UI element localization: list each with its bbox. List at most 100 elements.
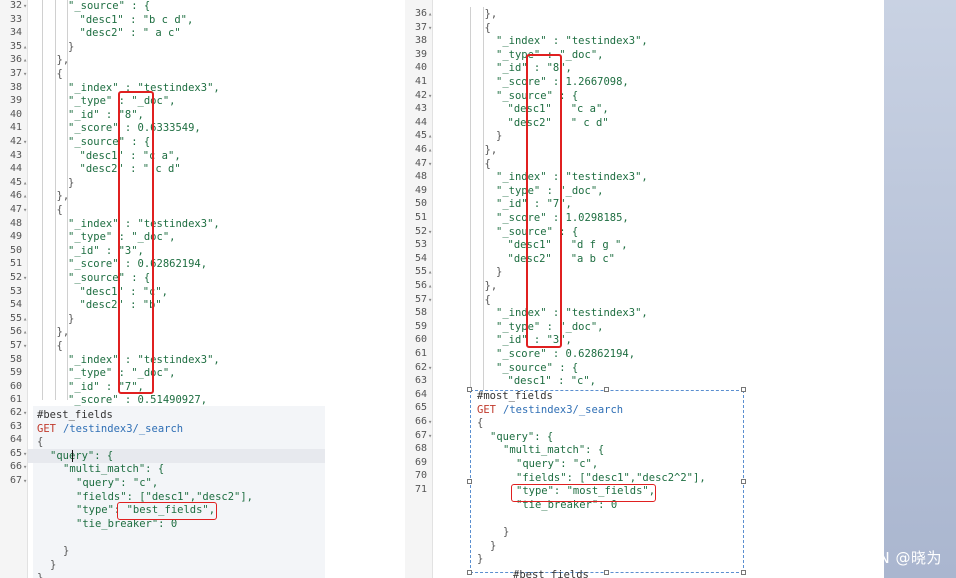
fold-expand-icon[interactable]: ▾ [428,21,432,35]
query-line[interactable]: } [477,552,483,566]
fold-expand-icon[interactable]: ▾ [428,157,432,171]
resize-handle-tl[interactable] [467,387,472,392]
watermark: CSDN @晓为 [845,549,942,567]
fold-collapse-icon[interactable]: ▴ [23,189,27,203]
line-number: 64 [9,434,22,446]
query-line[interactable]: "query": { [50,449,113,463]
line-number: 55 [9,312,22,324]
line-number: 36 [414,8,427,19]
fold-expand-icon[interactable]: ▾ [23,67,27,81]
fold-expand-icon[interactable]: ▾ [428,415,432,429]
line-number: 37 [414,21,427,33]
fold-collapse-icon[interactable]: ▴ [428,129,432,143]
line-number: 35 [9,40,22,52]
query-line[interactable]: { [477,416,483,430]
line-number: 43 [414,103,427,115]
fold-expand-icon[interactable]: ▾ [428,225,432,239]
fold-expand-icon[interactable]: ▾ [23,271,27,285]
query-line[interactable]: "query": "c", [516,457,598,471]
line-number: 40 [9,108,22,120]
fold-expand-icon[interactable]: ▾ [23,135,27,149]
line-number: 40 [414,62,427,74]
line-number: 46 [414,144,427,155]
fold-collapse-icon[interactable]: ▴ [23,53,27,67]
fold-expand-icon[interactable]: ▾ [428,89,432,103]
line-number: 50 [414,198,427,210]
http-method[interactable]: GET [37,422,56,436]
line-number: 66 [414,416,427,427]
fold-expand-icon[interactable]: ▾ [23,460,27,474]
line-number: 61 [9,394,22,406]
line-number: 67 [9,475,22,486]
line-number: 49 [414,184,427,196]
line-number: 32 [9,0,22,11]
fold-collapse-icon[interactable]: ▴ [428,265,432,279]
query-line[interactable]: } [490,539,496,553]
fold-collapse-icon[interactable]: ▴ [23,312,27,326]
resize-handle-bm[interactable] [604,570,609,575]
resize-handle-tr[interactable] [741,387,746,392]
line-number: 47 [9,204,22,215]
fold-expand-icon[interactable]: ▾ [428,293,432,307]
query-line[interactable]: } [50,558,56,572]
fold-expand-icon[interactable]: ▾ [23,447,27,461]
code-line: "_score" : 1.2667098, [496,76,629,88]
resize-handle-tm[interactable] [604,387,609,392]
fold-expand-icon[interactable]: ▾ [428,361,432,375]
line-number: 52 [9,272,22,283]
fold-expand-icon[interactable]: ▾ [23,0,27,13]
query-line[interactable]: } [503,525,509,539]
query-line[interactable]: } [63,544,69,558]
line-number: 53 [9,285,22,297]
resize-handle-bl[interactable] [467,570,472,575]
desktop-background [884,0,956,578]
query-line[interactable]: { [37,435,43,449]
left-id-highlight [118,91,154,394]
resize-handle-br[interactable] [741,570,746,575]
fold-collapse-icon[interactable]: ▴ [23,325,27,339]
code-line: { [484,157,491,170]
fold-collapse-icon[interactable]: ▴ [23,40,27,54]
line-number: 34 [9,27,22,39]
line-number: 42 [414,89,427,101]
line-number: 66 [9,461,22,473]
request-url[interactable]: /testindex3/_search [503,403,623,417]
query-line[interactable]: "fields": ["desc1","desc2^2"], [516,471,706,485]
code-line: "_index" : "testindex3", [496,307,648,320]
fold-expand-icon[interactable]: ▾ [23,474,27,488]
line-number: 49 [9,231,22,243]
query-line[interactable]: } [37,571,43,578]
fold-collapse-icon[interactable]: ▴ [428,7,432,21]
fold-expand-icon[interactable]: ▾ [23,406,27,420]
fold-expand-icon[interactable]: ▾ [23,203,27,217]
query-line[interactable]: "query": "c", [76,476,158,490]
line-number: 37 [9,68,22,79]
code-line: }, [484,280,498,292]
resize-handle-mr[interactable] [741,479,746,484]
line-number: 43 [9,149,22,161]
query-line[interactable]: "multi_match": { [503,443,604,457]
line-number: 46 [9,190,22,202]
resize-handle-ml[interactable] [467,479,472,484]
line-number: 51 [9,258,22,270]
code-line: } [68,40,75,53]
line-number: 45 [9,176,22,188]
code-line: { [56,340,63,352]
code-line: "_source" : { [68,0,151,12]
line-number: 51 [414,212,427,223]
fold-collapse-icon[interactable]: ▴ [428,279,432,293]
code-line: "desc1" : "b c d", [79,13,194,26]
fold-collapse-icon[interactable]: ▴ [428,143,432,157]
http-method[interactable]: GET [477,403,496,417]
line-number: 48 [9,217,22,229]
fold-collapse-icon[interactable]: ▴ [23,176,27,190]
code-line: } [496,266,503,279]
fold-expand-icon[interactable]: ▾ [428,429,432,443]
code-line: "_source" : { [496,361,579,374]
query-line[interactable]: "multi_match": { [63,462,164,476]
request-url[interactable]: /testindex3/_search [63,422,183,436]
line-number: 47 [414,157,427,169]
query-line[interactable]: "query": { [490,430,553,444]
line-number: 55 [414,266,427,278]
fold-expand-icon[interactable]: ▾ [23,339,27,353]
